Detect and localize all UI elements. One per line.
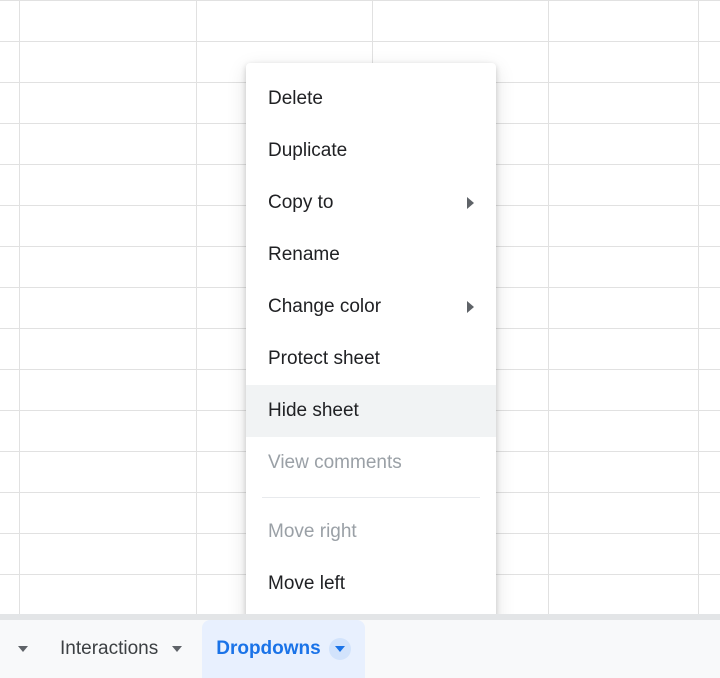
chevron-right-icon bbox=[467, 197, 474, 209]
menu-item-view-comments: View comments bbox=[246, 437, 496, 489]
spreadsheet-stage: Delete Duplicate Copy to Rename Change c… bbox=[0, 0, 720, 678]
sheet-tab-menu-button[interactable] bbox=[329, 638, 351, 660]
menu-item-hide-sheet[interactable]: Hide sheet bbox=[246, 385, 496, 437]
menu-item-change-color[interactable]: Change color bbox=[246, 281, 496, 333]
chevron-down-icon bbox=[18, 646, 28, 652]
menu-item-rename[interactable]: Rename bbox=[246, 229, 496, 281]
menu-item-label: Duplicate bbox=[268, 140, 347, 162]
sheet-tab-label: Dropdowns bbox=[216, 638, 321, 660]
sheet-tab-label: Interactions bbox=[60, 638, 158, 660]
menu-item-label: Protect sheet bbox=[268, 348, 380, 370]
chevron-right-icon bbox=[467, 301, 474, 313]
chevron-down-icon bbox=[335, 646, 345, 652]
sheet-tab-interactions[interactable]: Interactions bbox=[46, 620, 202, 678]
menu-item-label: Hide sheet bbox=[268, 400, 359, 422]
menu-item-label: Rename bbox=[268, 244, 340, 266]
menu-item-duplicate[interactable]: Duplicate bbox=[246, 125, 496, 177]
menu-item-copy-to[interactable]: Copy to bbox=[246, 177, 496, 229]
menu-item-label: Move right bbox=[268, 521, 357, 543]
prev-sheet-tab-button[interactable] bbox=[0, 620, 46, 678]
menu-separator bbox=[262, 497, 480, 498]
menu-item-label: View comments bbox=[268, 452, 402, 474]
chevron-down-icon bbox=[172, 646, 182, 652]
menu-item-protect-sheet[interactable]: Protect sheet bbox=[246, 333, 496, 385]
sheet-tab-menu-button[interactable] bbox=[166, 638, 188, 660]
menu-item-label: Change color bbox=[268, 296, 381, 318]
sheet-tab-bar: Interactions Dropdowns bbox=[0, 614, 720, 678]
menu-item-delete[interactable]: Delete bbox=[246, 73, 496, 125]
sheet-tab-context-menu: Delete Duplicate Copy to Rename Change c… bbox=[246, 63, 496, 624]
menu-item-label: Delete bbox=[268, 88, 323, 110]
menu-item-label: Copy to bbox=[268, 192, 333, 214]
menu-item-move-right: Move right bbox=[246, 506, 496, 558]
menu-item-label: Move left bbox=[268, 573, 345, 595]
menu-item-move-left[interactable]: Move left bbox=[246, 558, 496, 610]
sheet-tab-dropdowns[interactable]: Dropdowns bbox=[202, 620, 365, 678]
